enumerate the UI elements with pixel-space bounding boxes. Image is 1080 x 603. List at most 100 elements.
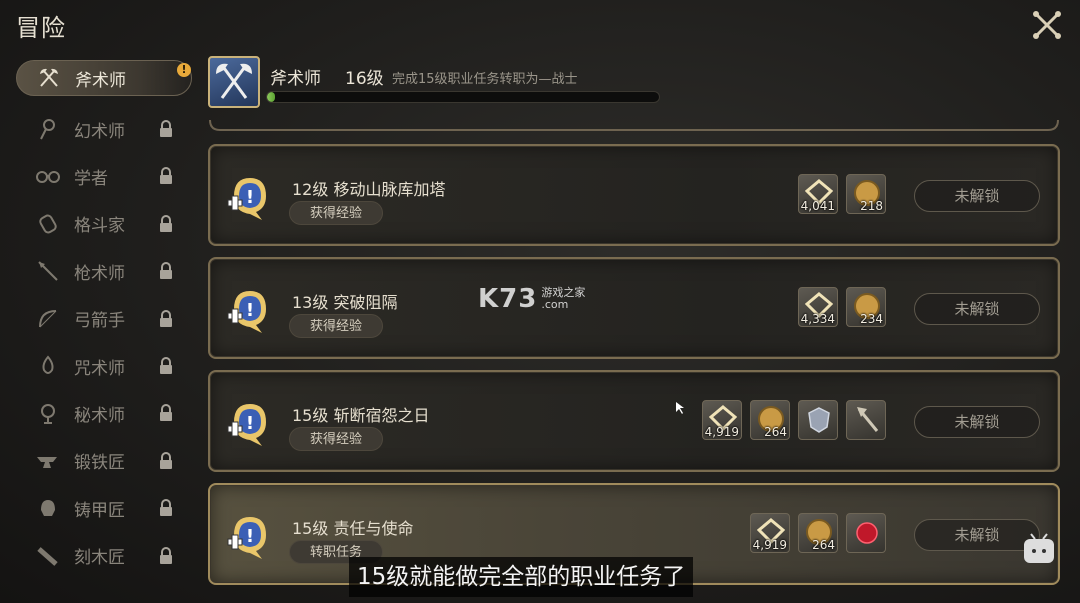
- lock-icon: [160, 404, 172, 422]
- reward-exp[interactable]: 4,919: [702, 400, 742, 440]
- reward-gil[interactable]: 264: [750, 400, 790, 440]
- lock-icon: [160, 262, 172, 280]
- sidebar-item-scholar[interactable]: 学者: [16, 153, 192, 200]
- reward-armor[interactable]: [798, 400, 838, 440]
- job-name: 斧术师: [270, 69, 321, 89]
- lock-icon: [160, 499, 172, 517]
- job-level: 16级: [345, 69, 384, 89]
- red-gem-icon: [856, 522, 878, 544]
- orb-icon: [34, 399, 62, 427]
- video-subtitle: 15级就能做完全部的职业任务了: [349, 557, 694, 597]
- reward-count: 218: [860, 199, 883, 213]
- watermark-line2: .com: [541, 298, 569, 311]
- quest-title: 15级 斩断宿怨之日: [292, 406, 430, 425]
- sidebar-item-label: 弓箭手: [74, 311, 125, 332]
- lock-icon: [160, 214, 172, 232]
- sidebar-item-armorer[interactable]: 铸甲匠: [16, 485, 192, 532]
- axes-icon: [35, 64, 63, 92]
- reward-axe[interactable]: [846, 400, 886, 440]
- sidebar-item-label: 学者: [74, 168, 108, 189]
- video-platform-logo-icon: [1024, 533, 1054, 563]
- job-emblem: [208, 56, 260, 108]
- lock-icon: [160, 546, 172, 564]
- reward-count: 264: [812, 538, 835, 552]
- axes-icon: [216, 63, 252, 99]
- locked-status-button[interactable]: 未解锁: [914, 406, 1040, 438]
- sidebar-item-marauder[interactable]: 斧术师 !: [16, 60, 192, 96]
- reward-exp[interactable]: 4,919: [750, 513, 790, 553]
- sidebar-item-label: 枪术师: [74, 263, 125, 284]
- quest-icon: !: [227, 517, 266, 559]
- spear-icon: [34, 257, 62, 285]
- sidebar-item-thaumaturge[interactable]: 咒术师: [16, 342, 192, 389]
- sidebar-item-arcanist[interactable]: 秘术师: [16, 390, 192, 437]
- xp-progress-fill: [267, 92, 275, 102]
- quest-title: 15级 责任与使命: [292, 519, 414, 538]
- sidebar-item-label: 斧术师: [75, 70, 126, 91]
- sidebar-item-blacksmith[interactable]: 锻铁匠: [16, 437, 192, 484]
- helmet-icon: [34, 494, 62, 522]
- axe-item-icon: [857, 407, 879, 432]
- watermark-logo: K73: [478, 284, 538, 314]
- sidebar-item-pugilist[interactable]: 格斗家: [16, 200, 192, 247]
- reward-count: 234: [860, 312, 883, 326]
- watermark-text: 游戏之家 .com: [541, 287, 585, 311]
- quest-title: 13级 突破阻隔: [292, 293, 398, 312]
- window-title: 冒险: [16, 14, 66, 42]
- svg-text:!: !: [246, 187, 254, 208]
- quest-card[interactable]: ! 12级 移动山脉库加塔 获得经验 4,041 218 未解锁: [208, 144, 1060, 246]
- job-description: 完成15级职业任务转职为—战士: [392, 72, 578, 87]
- sidebar-item-label: 幻术师: [74, 121, 125, 142]
- gain-exp-button[interactable]: 获得经验: [289, 314, 383, 338]
- reward-gil[interactable]: 218: [846, 174, 886, 214]
- sidebar-item-lancer[interactable]: 枪术师: [16, 248, 192, 295]
- lock-icon: [160, 309, 172, 327]
- mouse-cursor-icon: [676, 402, 684, 414]
- sidebar-item-conjurer[interactable]: 幻术师: [16, 105, 192, 152]
- lock-icon: [160, 451, 172, 469]
- reward-count: 4,041: [800, 199, 835, 213]
- reward-count: 4,919: [752, 538, 787, 552]
- reward-gil[interactable]: 264: [798, 513, 838, 553]
- saw-icon: [34, 542, 62, 570]
- armor-item-icon: [808, 407, 830, 433]
- flame-icon: [34, 352, 62, 380]
- sidebar-item-label: 锻铁匠: [74, 453, 125, 474]
- locked-status-button[interactable]: 未解锁: [914, 293, 1040, 325]
- lock-icon: [160, 120, 172, 138]
- staff-icon: [34, 115, 62, 143]
- reward-gil[interactable]: 234: [846, 287, 886, 327]
- svg-text:!: !: [246, 526, 254, 547]
- reward-count: 264: [764, 425, 787, 439]
- sidebar-item-carpenter[interactable]: 刻木匠: [16, 532, 192, 579]
- lock-icon: [160, 167, 172, 185]
- job-sidebar: 斧术师 ! 幻术师 学者 格斗家 枪术师 弓箭手 咒术师 秘术师 锻铁匠 铸甲匠…: [16, 58, 192, 579]
- quest-card[interactable]: ! 13级 突破阻隔 获得经验 4,334 234 未解锁: [208, 257, 1060, 359]
- svg-text:!: !: [246, 413, 254, 434]
- alert-badge: !: [177, 63, 191, 77]
- fist-icon: [34, 210, 62, 238]
- close-icon[interactable]: [1030, 8, 1064, 42]
- site-watermark: K73 游戏之家 .com: [478, 284, 585, 314]
- reward-count: 4,334: [800, 312, 835, 326]
- quest-card[interactable]: ! 15级 斩断宿怨之日 获得经验 4,919 264 未解锁: [208, 370, 1060, 472]
- reward-exp[interactable]: 4,334: [798, 287, 838, 327]
- sidebar-item-label: 秘术师: [74, 405, 125, 426]
- quest-icon: !: [227, 291, 266, 333]
- ornate-divider: [209, 119, 1059, 131]
- sidebar-item-archer[interactable]: 弓箭手: [16, 295, 192, 342]
- locked-status-button[interactable]: 未解锁: [914, 180, 1040, 212]
- reward-count: 4,919: [704, 425, 739, 439]
- quest-icon: !: [227, 404, 266, 446]
- reward-gem[interactable]: [846, 513, 886, 553]
- lock-icon: [160, 357, 172, 375]
- sidebar-item-label: 铸甲匠: [74, 500, 125, 521]
- sidebar-item-label: 咒术师: [74, 358, 125, 379]
- reward-exp[interactable]: 4,041: [798, 174, 838, 214]
- gain-exp-button[interactable]: 获得经验: [289, 201, 383, 225]
- sidebar-item-label: 格斗家: [74, 216, 125, 237]
- glasses-icon: [34, 162, 62, 190]
- bow-icon: [34, 305, 62, 333]
- sidebar-item-label: 刻木匠: [74, 548, 125, 569]
- gain-exp-button[interactable]: 获得经验: [289, 427, 383, 451]
